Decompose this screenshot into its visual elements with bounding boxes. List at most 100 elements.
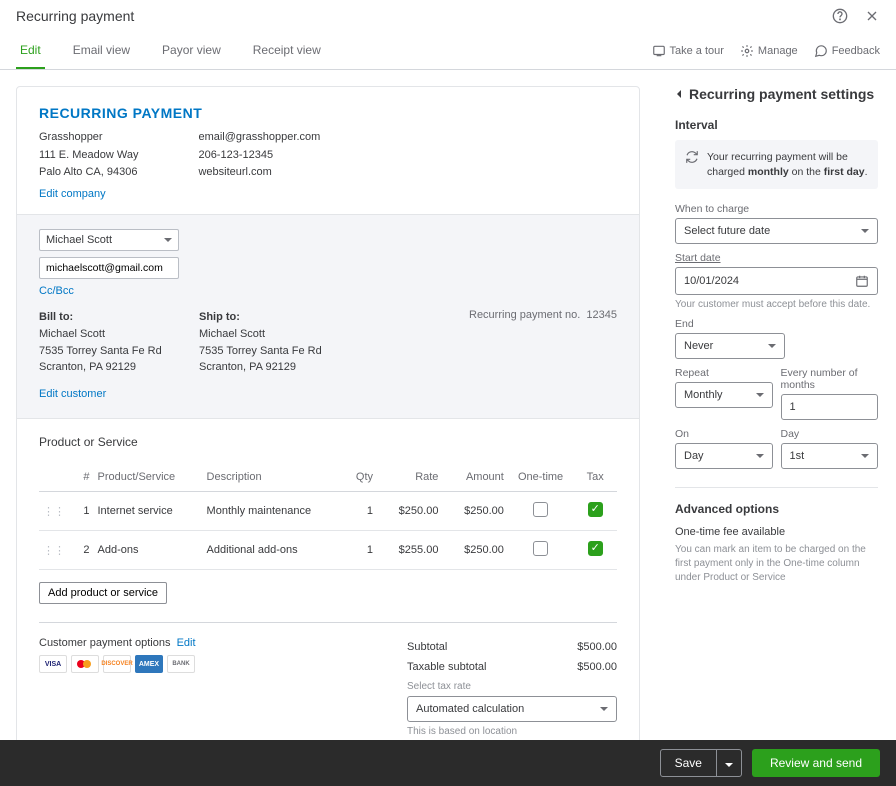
- table-row[interactable]: ⋮⋮1Internet serviceMonthly maintenance1$…: [39, 492, 617, 531]
- company-email: email@grasshopper.com: [198, 129, 320, 147]
- shipto-name: Michael Scott: [199, 326, 359, 343]
- manage-link[interactable]: Manage: [740, 44, 798, 58]
- when-select[interactable]: Select future date: [675, 218, 878, 244]
- edit-company-link[interactable]: Edit company: [39, 188, 617, 200]
- review-send-button[interactable]: Review and send: [752, 749, 880, 777]
- startdate-note: Your customer must accept before this da…: [675, 299, 878, 310]
- ccbcc-link[interactable]: Cc/Bcc: [39, 285, 617, 297]
- row-desc: Monthly maintenance: [203, 492, 334, 531]
- row-rate: $250.00: [377, 492, 442, 531]
- pay-options-edit[interactable]: Edit: [177, 637, 196, 649]
- save-dropdown[interactable]: [717, 750, 741, 776]
- customer-select[interactable]: Michael Scott: [39, 229, 179, 251]
- chevron-down-icon: [756, 454, 764, 458]
- taxrate-note: This is based on location: [407, 726, 617, 737]
- mastercard-icon: [71, 655, 99, 673]
- row-qty: 1: [333, 531, 377, 570]
- row-amount: $250.00: [442, 492, 507, 531]
- bank-icon: BANK: [167, 655, 195, 673]
- visa-icon: VISA: [39, 655, 67, 673]
- shipto-label: Ship to:: [199, 309, 359, 326]
- edit-customer-link[interactable]: Edit customer: [39, 386, 199, 403]
- on-value: Day: [684, 450, 704, 462]
- day-select[interactable]: 1st: [781, 443, 879, 469]
- chevron-left-icon[interactable]: [677, 90, 681, 98]
- startdate-value: 10/01/2024: [684, 275, 739, 287]
- tab-email-view[interactable]: Email view: [69, 33, 134, 69]
- save-button[interactable]: Save: [660, 749, 742, 777]
- interval-info: Your recurring payment will be charged m…: [707, 150, 868, 179]
- company-addr2: Palo Alto CA, 94306: [39, 164, 138, 182]
- row-qty: 1: [333, 492, 377, 531]
- calendar-icon: [855, 274, 869, 288]
- add-product-button[interactable]: Add product or service: [39, 582, 167, 604]
- row-product: Add-ons: [94, 531, 203, 570]
- chevron-down-icon: [768, 344, 776, 348]
- help-icon[interactable]: [832, 8, 848, 24]
- advanced-title: Advanced options: [675, 502, 878, 516]
- shipto-street: 7535 Torrey Santa Fe Rd: [199, 343, 359, 360]
- customer-email-input[interactable]: [39, 257, 179, 279]
- col-qty: Qty: [333, 463, 377, 492]
- tab-edit[interactable]: Edit: [16, 33, 45, 69]
- manage-label: Manage: [758, 45, 798, 57]
- taxsub-value: $500.00: [577, 661, 617, 673]
- billto-street: 7535 Torrey Santa Fe Rd: [39, 343, 199, 360]
- recurring-payment-heading: RECURRING PAYMENT: [39, 105, 617, 121]
- row-rate: $255.00: [377, 531, 442, 570]
- when-label: When to charge: [675, 203, 878, 215]
- taxrate-select[interactable]: Automated calculation: [407, 696, 617, 722]
- end-select[interactable]: Never: [675, 333, 785, 359]
- fee-title: One-time fee available: [675, 526, 878, 538]
- amex-icon: AMEX: [135, 655, 163, 673]
- save-label: Save: [661, 750, 717, 776]
- fee-desc: You can mark an item to be charged on th…: [675, 543, 878, 585]
- on-label: On: [675, 428, 773, 440]
- chevron-down-icon: [861, 454, 869, 458]
- drag-handle-icon[interactable]: ⋮⋮: [43, 545, 65, 557]
- drag-handle-icon[interactable]: ⋮⋮: [43, 506, 65, 518]
- company-addr1: 111 E. Meadow Way: [39, 147, 138, 165]
- table-row[interactable]: ⋮⋮2Add-onsAdditional add-ons1$255.00$250…: [39, 531, 617, 570]
- refresh-icon: [685, 150, 699, 179]
- chevron-down-icon: [164, 238, 172, 242]
- page-title: Recurring payment: [16, 8, 134, 24]
- tax-checkbox[interactable]: [588, 502, 603, 517]
- tax-checkbox[interactable]: [588, 541, 603, 556]
- settings-title: Recurring payment settings: [689, 86, 874, 102]
- interval-label: Interval: [675, 118, 878, 132]
- product-section-label: Product or Service: [39, 435, 617, 449]
- taxsub-label: Taxable subtotal: [407, 661, 487, 673]
- company-phone: 206-123-12345: [198, 147, 320, 165]
- take-tour-link[interactable]: Take a tour: [652, 44, 724, 58]
- months-label: Every number of months: [781, 367, 879, 391]
- onetime-checkbox[interactable]: [533, 502, 548, 517]
- col-amount: Amount: [442, 463, 507, 492]
- chevron-down-icon: [756, 393, 764, 397]
- end-value: Never: [684, 340, 713, 352]
- shipto-city: Scranton, PA 92129: [199, 359, 359, 376]
- tab-payor-view[interactable]: Payor view: [158, 33, 225, 69]
- col-tax: Tax: [573, 463, 617, 492]
- col-num: #: [72, 463, 94, 492]
- row-desc: Additional add-ons: [203, 531, 334, 570]
- months-input[interactable]: 1: [781, 394, 879, 420]
- months-value: 1: [790, 401, 796, 413]
- subtotal-value: $500.00: [577, 641, 617, 653]
- on-select[interactable]: Day: [675, 443, 773, 469]
- close-icon[interactable]: [864, 8, 880, 24]
- tab-receipt-view[interactable]: Receipt view: [249, 33, 325, 69]
- onetime-checkbox[interactable]: [533, 541, 548, 556]
- feedback-label: Feedback: [832, 45, 880, 57]
- row-num: 2: [72, 531, 94, 570]
- repeat-select[interactable]: Monthly: [675, 382, 773, 408]
- payment-no-label: Recurring payment no.: [469, 309, 580, 321]
- chevron-down-icon: [725, 763, 733, 767]
- end-label: End: [675, 318, 878, 330]
- feedback-link[interactable]: Feedback: [814, 44, 880, 58]
- pay-options-label: Customer payment options: [39, 637, 170, 649]
- when-value: Select future date: [684, 225, 770, 237]
- taxrate-label: Select tax rate: [407, 681, 617, 692]
- col-rate: Rate: [377, 463, 442, 492]
- startdate-input[interactable]: 10/01/2024: [675, 267, 878, 295]
